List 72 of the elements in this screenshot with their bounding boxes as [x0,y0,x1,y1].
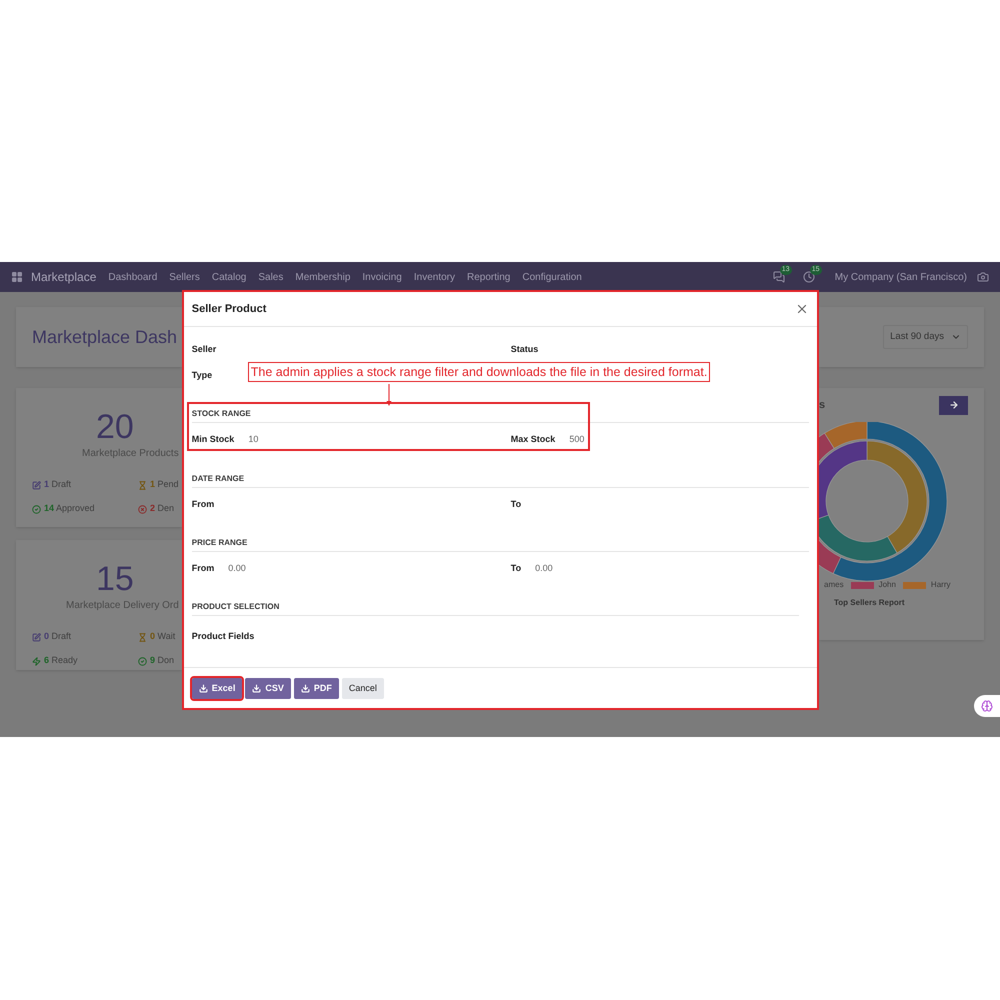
edit-icon [32,480,41,490]
download-icon [300,684,310,693]
section-heading: PRODUCT SELECTION [192,600,280,613]
apps-menu-icon[interactable] [11,271,23,283]
open-report-button[interactable] [939,396,968,414]
app-name[interactable]: Marketplace [31,268,96,286]
floating-button[interactable] [974,695,1000,717]
field-label: To [510,562,522,575]
field-label: Min Stock [192,433,234,446]
field-label: To [510,498,522,511]
stat-text: 0 Wait [150,630,176,644]
legend-label: ames [824,579,844,591]
section-heading: DATE RANGE [192,472,244,485]
field-label: From [192,562,214,575]
field-label: From [192,498,214,511]
menu-item[interactable]: Sales [258,270,284,284]
annotation-arrow [386,384,392,406]
brain-icon [981,700,993,712]
hourglass-icon [138,480,147,490]
annotation-callout: The admin applies a stock range filter and downloads the file in the desired format. [248,362,710,382]
download-icon [198,684,208,693]
menu-item[interactable]: Configuration [522,270,582,284]
menu-item[interactable]: Membership [295,270,350,284]
stat-text: 9 Don [150,654,174,668]
check-circle-icon [138,656,147,666]
hourglass-icon [138,632,147,642]
field-value[interactable]: 500 [569,433,584,447]
menu-item[interactable]: Reporting [467,270,510,284]
legend-label: John [878,579,896,591]
field-value[interactable]: 0.00 [535,562,553,576]
x-circle-icon [138,504,147,514]
check-circle-icon [32,504,41,514]
legend-label: Harry [930,579,950,591]
stat-text: 6 Ready [44,654,78,668]
menu-item[interactable]: Dashboard [108,270,158,284]
stat-text: 14 Approved [44,502,95,516]
download-button[interactable]: PDF [294,678,339,699]
cancel-button[interactable]: Cancel [342,678,384,699]
chart-caption: Top Sellers Report [834,597,906,609]
stat-text: 1 Pend [150,478,179,492]
field-label: Product Fields [192,630,254,644]
company-name[interactable]: My Company (San Francisco) [834,270,967,284]
chat-icon[interactable] [772,271,785,283]
dialog-title: Seller Product [192,302,266,317]
field-label: Status [510,343,538,356]
edit-icon [32,632,41,642]
menu-item[interactable]: Invoicing [362,270,402,284]
field-label: Max Stock [510,433,556,446]
chart-title: s [819,398,826,413]
section-heading: PRICE RANGE [192,536,248,549]
lightning-icon [32,656,41,666]
stat-count: 15 [96,560,134,598]
arrow-right-icon [948,400,958,410]
dashboard-title: Marketplace Dash [32,326,178,349]
section-heading: STOCK RANGE [192,408,251,420]
download-button[interactable]: Excel [192,678,242,699]
field-label: Type [192,369,212,382]
camera-icon[interactable] [977,271,989,283]
menu-item[interactable]: Inventory [414,270,455,284]
stat-text: 2 Den [150,502,174,516]
menu-item[interactable]: Catalog [212,270,246,284]
field-label: Seller [192,343,216,356]
stat-count: 20 [96,408,134,446]
clock-icon[interactable] [802,271,815,283]
field-value[interactable]: 0.00 [228,562,246,576]
stat-text: 1 Draft [44,478,72,492]
download-button[interactable]: CSV [245,678,291,699]
stat-text: 0 Draft [44,630,72,644]
menu-item[interactable]: Sellers [169,270,200,284]
download-icon [252,684,262,693]
field-value[interactable]: 10 [248,433,258,447]
period-dropdown[interactable]: Last 90 days [883,325,968,349]
